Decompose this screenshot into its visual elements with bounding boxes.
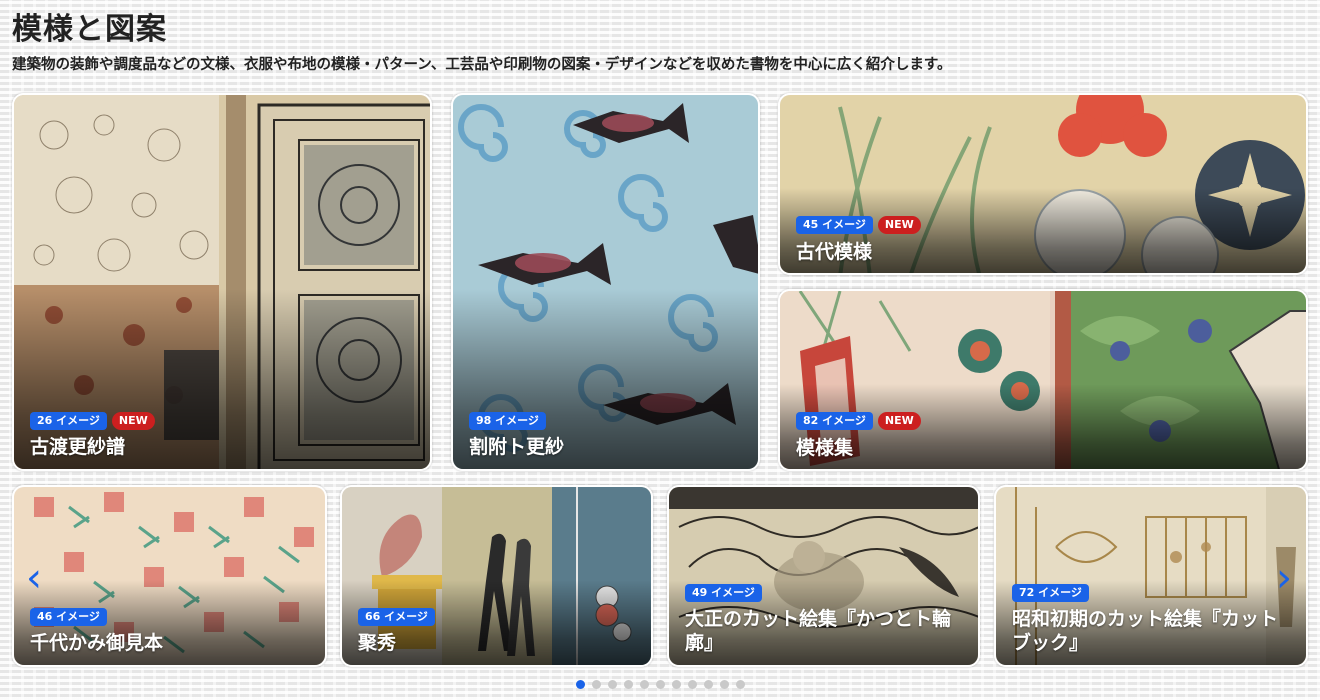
carousel-page-dot[interactable] xyxy=(736,680,745,689)
collection-card-kodai-moyo[interactable]: 45 イメージ NEW 古代模様 xyxy=(778,93,1308,275)
card-badges: 66 イメージ xyxy=(358,608,435,626)
carousel-prev-arrow-icon[interactable]: ‹ xyxy=(22,556,46,600)
carousel-page-dot[interactable] xyxy=(720,680,729,689)
image-count-badge: 82 イメージ xyxy=(796,412,873,430)
card-title: 模様集 xyxy=(796,437,854,459)
image-count-badge: 98 イメージ xyxy=(469,412,546,430)
carousel-card-chiyogami-gomihon[interactable]: 46 イメージ 千代かみ御見本 xyxy=(12,485,327,667)
image-count-badge: 26 イメージ xyxy=(30,412,107,430)
carousel-page-dot[interactable] xyxy=(640,680,649,689)
page-description: 建築物の装飾や調度品などの文様、衣服や布地の模様・パターン、工芸品や印刷物の図案… xyxy=(12,57,952,73)
new-badge: NEW xyxy=(877,216,921,234)
new-badge: NEW xyxy=(877,412,921,430)
carousel-next-arrow-icon[interactable]: › xyxy=(1272,556,1296,600)
card-title: 聚秀 xyxy=(358,632,397,654)
image-count-badge: 49 イメージ xyxy=(685,584,762,602)
card-title: 昭和初期のカット絵集『カットブック』 xyxy=(1012,608,1279,654)
carousel-page-dot[interactable] xyxy=(576,680,585,689)
collection-card-kowatari-sarasafu[interactable]: 26 イメージ NEW 古渡更紗譜 xyxy=(12,93,432,471)
carousel-page-dot[interactable] xyxy=(656,680,665,689)
image-count-badge: 45 イメージ xyxy=(796,216,873,234)
card-title: 大正のカット絵集『かつとト輪廓』 xyxy=(685,608,952,654)
carousel-pagination xyxy=(576,680,745,689)
card-badges: 26 イメージ NEW xyxy=(30,412,155,430)
carousel-page-dot[interactable] xyxy=(688,680,697,689)
card-title: 千代かみ御見本 xyxy=(30,632,164,654)
carousel-card-shushu[interactable]: 66 イメージ 聚秀 xyxy=(340,485,653,667)
carousel-page-dot[interactable] xyxy=(704,680,713,689)
page-title: 模様と図案 xyxy=(12,12,167,47)
image-count-badge: 72 イメージ xyxy=(1012,584,1089,602)
card-badges: 46 イメージ xyxy=(30,608,107,626)
card-title: 古代模様 xyxy=(796,241,873,263)
card-badges: 45 イメージ NEW xyxy=(796,216,921,234)
collection-card-waritsuke-sarasa[interactable]: 98 イメージ 割附ト更紗 xyxy=(451,93,760,471)
carousel-page-dot[interactable] xyxy=(672,680,681,689)
carousel-page-dot[interactable] xyxy=(624,680,633,689)
card-badges: 82 イメージ NEW xyxy=(796,412,921,430)
image-count-badge: 46 イメージ xyxy=(30,608,107,626)
card-title: 割附ト更紗 xyxy=(469,436,565,458)
new-badge: NEW xyxy=(111,412,155,430)
card-badges: 72 イメージ xyxy=(1012,584,1089,602)
image-count-badge: 66 イメージ xyxy=(358,608,435,626)
card-title: 古渡更紗譜 xyxy=(30,436,126,458)
carousel-page-dot[interactable] xyxy=(592,680,601,689)
carousel-page-dot[interactable] xyxy=(608,680,617,689)
collection-card-moyoshu[interactable]: 82 イメージ NEW 模様集 xyxy=(778,289,1308,471)
carousel-card-taisho-cut-eshu[interactable]: 49 イメージ 大正のカット絵集『かつとト輪廓』 xyxy=(667,485,980,667)
card-badges: 49 イメージ xyxy=(685,584,762,602)
card-badges: 98 イメージ xyxy=(469,412,546,430)
carousel-card-showa-cut-book[interactable]: 72 イメージ 昭和初期のカット絵集『カットブック』 xyxy=(994,485,1308,667)
